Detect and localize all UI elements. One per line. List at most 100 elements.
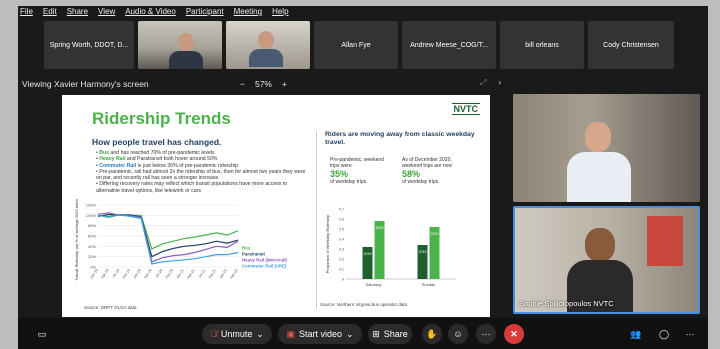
participant-video[interactable] (513, 94, 700, 202)
legend-label: Paratransit (242, 252, 265, 257)
menu-bar: File Edit Share View Audio & Video Parti… (18, 6, 708, 18)
chat-icon[interactable]: ▭ (32, 324, 52, 344)
expand-icon[interactable]: ⤢ (480, 78, 486, 88)
speaker-name: Sophie Spiliotopoulos NVTC (519, 299, 614, 308)
nvtc-logo: NVTC (451, 103, 480, 115)
overflow-menu-icon[interactable]: ⋯ (680, 324, 700, 344)
x-tick-label: Oct-20 (165, 268, 174, 279)
slide-divider (316, 131, 317, 309)
bar-label: 2020 (431, 232, 439, 236)
stat-suffix: of weekday trips. (330, 179, 368, 185)
stat-prepandemic: Pre-pandemic, weekend trips were 35% of … (330, 157, 390, 185)
menu-audio-video[interactable]: Audio & Video (125, 6, 176, 18)
weekend-bar-chart: Proportion of Weekday Ridership 0 0.1 0.2 0.… (325, 208, 456, 287)
zoom-out-button[interactable]: − (240, 79, 245, 89)
x-tick-label: Jan-19 (89, 268, 99, 279)
y-tick-label: 0.2 (339, 258, 344, 262)
person-head (585, 228, 615, 262)
bullet-text: and has reached 70% of pre-pandemic leve… (109, 150, 215, 156)
stat-suffix: of weekday trips. (402, 179, 440, 185)
participant-video-tile[interactable] (138, 21, 222, 69)
bullet-text: is just below 30% of pre-pandemic riders… (136, 162, 238, 169)
mic-off-icon: 🎙̸ (210, 329, 217, 339)
participant-tile[interactable]: Cody Christensen (588, 21, 674, 69)
series-line (97, 213, 239, 258)
x-tick-label: Jul-20 (155, 268, 164, 278)
x-tick-label: Apr-19 (100, 268, 109, 279)
bar-label: 2019 (364, 252, 372, 256)
x-tick-label: Apr-21 (186, 268, 195, 279)
participant-name: Allan Fye (341, 41, 371, 49)
more-icon[interactable]: ⋯ (476, 324, 496, 344)
x-tick-label: Apr-20 (143, 268, 152, 279)
bullet-item: Differing recovery rates may reflect whi… (96, 181, 306, 194)
y-tick-label: 60% (88, 234, 96, 239)
participant-tile[interactable]: Allan Fye (314, 21, 398, 69)
x-tick-label: Jul-21 (198, 268, 207, 278)
x-tick-label: Jan-21 (175, 268, 185, 279)
menu-view[interactable]: View (98, 6, 115, 18)
bullet-list: Bus and has reached 70% of pre-pandemic … (96, 150, 306, 194)
participant-strip: Spring Worth, DDOT, D... Allan Fye Andre… (18, 18, 708, 76)
menu-share[interactable]: Share (67, 6, 88, 18)
participant-name: bill orleans (525, 41, 559, 49)
bullet-item: Pre-pandemic, rail had almost 2x the rid… (96, 169, 306, 182)
y-axis-label: Transit Ridership (as % of average 2019 … (74, 199, 79, 281)
participant-name: Cody Christensen (603, 41, 659, 49)
shared-slide: Ridership Trends NVTC How people travel … (62, 95, 490, 317)
y-axis-label: Proportion of Weekday Ridership (325, 214, 330, 273)
menu-meeting[interactable]: Meeting (234, 6, 262, 18)
legend-label: Commuter Rail (VRE) (242, 264, 287, 269)
y-tick-label: 20% (88, 254, 96, 259)
bar-label: 2020 (376, 226, 384, 230)
chat-bubble-icon[interactable]: ◯ (654, 324, 674, 344)
zoom-in-button[interactable]: + (282, 79, 287, 89)
active-speaker-video[interactable]: Sophie Spiliotopoulos NVTC (513, 206, 700, 314)
person-body (169, 51, 203, 69)
person-body (567, 152, 631, 202)
participant-tile[interactable]: Andrew Meese_COG/T... (402, 21, 496, 69)
share-button[interactable]: ⊞ Share (368, 324, 412, 344)
menu-edit[interactable]: Edit (43, 6, 57, 18)
zoom-window: File Edit Share View Audio & Video Parti… (18, 6, 708, 349)
line-chart-source: Source: DRPT OLGA data (84, 305, 137, 310)
y-tick-label: 0.6 (339, 218, 344, 222)
right-panel-title: Riders are moving away from classic week… (325, 131, 475, 146)
bar-chart-source: Source: Northern Virginia bus operator d… (320, 302, 407, 307)
menu-help[interactable]: Help (272, 6, 288, 18)
x-tick-label: Jul-19 (111, 268, 120, 278)
y-tick-label: 100% (86, 213, 97, 218)
stat-label: Pre-pandemic, weekend trips were (330, 157, 384, 169)
wall-poster (647, 216, 683, 266)
leave-button-icon[interactable]: ✕ (504, 324, 524, 344)
chevron-down-icon: ⌄ (346, 328, 354, 339)
participant-tile[interactable]: Spring Worth, DDOT, D... (44, 21, 134, 69)
stat-label: As of December 2020, weekend trips are n… (402, 157, 453, 169)
menu-participant[interactable]: Participant (186, 6, 224, 18)
y-tick-label: 0.5 (339, 228, 344, 232)
participant-video-tile[interactable] (226, 21, 310, 69)
participants-icon[interactable]: 👥 (626, 324, 646, 344)
share-icon: ⊞ (372, 328, 380, 339)
participant-name: Andrew Meese_COG/T... (410, 41, 488, 49)
start-video-button[interactable]: ▣ Start video ⌄ (278, 324, 362, 344)
stat-current: As of December 2020, weekend trips are n… (402, 157, 466, 185)
series-line (97, 213, 239, 250)
x-tick-label: Sunday (422, 282, 436, 287)
unmute-button[interactable]: 🎙̸ Unmute ⌄ (202, 324, 272, 344)
view-options-icon[interactable]: ◐ (498, 78, 503, 87)
zoom-control: − 57% + (240, 79, 287, 89)
chevron-down-icon: ⌄ (256, 328, 264, 339)
bullet-text: and Paratransit both hover around 50% (125, 156, 218, 163)
person-head (178, 33, 194, 51)
raise-hand-icon[interactable]: ✋ (422, 324, 442, 344)
y-tick-label: 120% (86, 203, 97, 208)
y-tick-label: 0.7 (339, 208, 344, 212)
person-head (585, 122, 611, 152)
x-tick-label: Saturday (365, 282, 381, 287)
reactions-icon[interactable]: ☺ (448, 324, 468, 344)
y-tick-label: 80% (88, 223, 96, 228)
participant-tile[interactable]: bill orleans (500, 21, 584, 69)
unmute-label: Unmute (220, 329, 253, 339)
menu-file[interactable]: File (20, 6, 33, 18)
